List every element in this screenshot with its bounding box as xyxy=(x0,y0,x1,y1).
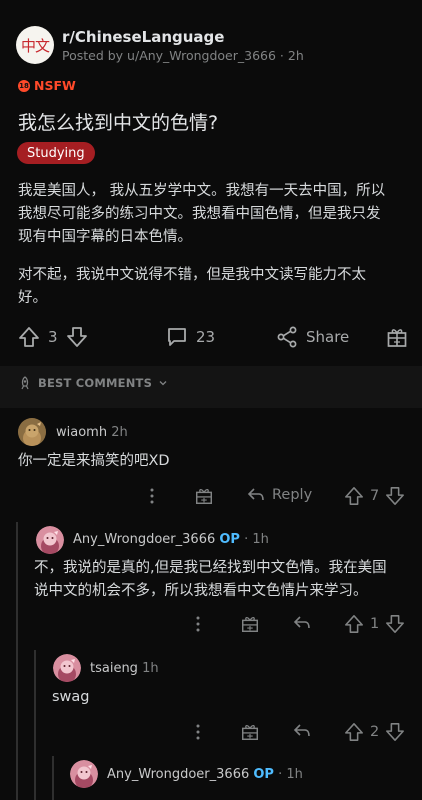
reply-label: Reply xyxy=(272,487,313,503)
downvote-icon[interactable] xyxy=(385,486,405,506)
avatar[interactable] xyxy=(18,418,46,446)
comment-count: 23 xyxy=(196,328,216,346)
avatar[interactable] xyxy=(53,654,81,682)
more-vertical-icon xyxy=(144,486,160,506)
comment-author-line: Any_Wrongdoer_3666 OP · 1h xyxy=(73,532,269,547)
comment-text: 你一定是来搞笑的吧XD xyxy=(18,453,170,469)
comment-author-line: tsaieng 1h xyxy=(90,661,159,676)
thread-line[interactable] xyxy=(16,522,18,800)
op-badge: OP xyxy=(219,532,240,547)
comment-author[interactable]: wiaomh xyxy=(56,425,107,440)
comment-author[interactable]: tsaieng xyxy=(90,661,138,676)
subreddit-name[interactable]: r/ChineseLanguage xyxy=(62,28,224,46)
downvote-icon[interactable] xyxy=(385,722,405,742)
more-options-button[interactable] xyxy=(190,614,206,634)
upvote-icon[interactable] xyxy=(18,326,40,348)
downvote-icon[interactable] xyxy=(66,326,88,348)
comment-time: 1h xyxy=(142,661,159,676)
post-title[interactable]: 我怎么找到中文的色情? xyxy=(18,108,218,135)
more-vertical-icon xyxy=(190,614,206,634)
post-body-line: 我想尽可能多的练习中文。我想看中国色情，但是我只发 xyxy=(18,206,381,222)
comment-vote-count: 1 xyxy=(370,616,380,632)
upvote-icon[interactable] xyxy=(344,486,364,506)
vote-count: 3 xyxy=(48,328,58,346)
comment-author-line: wiaomh 2h xyxy=(56,425,128,440)
share-label: Share xyxy=(306,328,350,346)
reply-button[interactable]: Reply xyxy=(246,485,312,505)
more-options-button[interactable] xyxy=(190,722,206,742)
post-body: 我是美国人， 我从五岁学中文。我想有一天去中国，所以 我想尽可能多的练习中文。我… xyxy=(18,180,410,249)
share-button[interactable]: Share xyxy=(276,326,349,348)
reply-icon xyxy=(246,485,266,505)
vote-group: 3 xyxy=(18,326,88,348)
award-icon xyxy=(240,614,260,634)
comment-text-line: 不，我说的是真的,但是我已经找到中文色情。我在美国 xyxy=(34,560,387,576)
more-options-button[interactable] xyxy=(144,486,160,506)
post-body-line: 好。 xyxy=(18,290,47,306)
comments-list: wiaomh 2h 你一定是来搞笑的吧XD Reply 7 Any_Wrongd… xyxy=(0,408,422,800)
subreddit-icon[interactable]: 中文 xyxy=(16,26,54,64)
award-icon xyxy=(194,486,214,506)
comment-actions: Reply 7 xyxy=(0,484,422,508)
comment-author[interactable]: Any_Wrongdoer_3666 xyxy=(73,532,215,547)
rocket-icon xyxy=(18,376,32,390)
chevron-down-icon xyxy=(158,378,168,388)
op-badge: OP xyxy=(253,767,274,782)
award-icon xyxy=(386,326,408,348)
thread-line[interactable] xyxy=(52,756,54,800)
comment-text-line: 说中文的机会不多，所以我想看中文色情片来学习。 xyxy=(34,583,368,599)
comment-vote-group: 7 xyxy=(344,486,405,506)
comment-vote-group: 2 xyxy=(344,722,405,742)
sort-dropdown[interactable]: BEST COMMENTS xyxy=(18,376,168,390)
reply-icon xyxy=(292,613,312,633)
post-body-line: 对不起，我说中文说得不错，但是我中文读写能力不太 xyxy=(18,267,366,283)
avatar[interactable] xyxy=(36,526,64,554)
comment-actions: 2 xyxy=(0,720,422,744)
sort-label: BEST COMMENTS xyxy=(38,376,153,390)
nsfw-label: NSFW xyxy=(34,78,76,93)
avatar[interactable] xyxy=(70,760,98,788)
comment-time: · 1h xyxy=(244,532,269,547)
post-body-line: 我是美国人， 我从五岁学中文。我想有一天去中国，所以 xyxy=(18,183,386,199)
nsfw-icon: 18 xyxy=(18,79,30,92)
comment-icon xyxy=(166,326,188,348)
comment-vote-group: 1 xyxy=(344,614,405,634)
comment-vote-count: 2 xyxy=(370,724,380,740)
more-vertical-icon xyxy=(190,722,206,742)
comment-time: 2h xyxy=(111,425,128,440)
upvote-icon[interactable] xyxy=(344,722,364,742)
reply-button[interactable] xyxy=(292,613,312,633)
nsfw-tag: 18 NSFW xyxy=(18,78,76,93)
post-actions: 3 23 Share xyxy=(0,322,422,352)
comment-actions: 1 xyxy=(0,612,422,636)
award-button[interactable] xyxy=(240,722,260,742)
comment-author[interactable]: Any_Wrongdoer_3666 xyxy=(107,767,249,782)
award-icon xyxy=(240,722,260,742)
subreddit-icon-text: 中文 xyxy=(20,36,50,55)
award-button[interactable] xyxy=(240,614,260,634)
post-card: 中文 r/ChineseLanguage Posted by u/Any_Wro… xyxy=(0,0,422,366)
comment-author-line: Any_Wrongdoer_3666 OP · 1h xyxy=(107,767,303,782)
post-body-line: 现有中国字幕的日本色情。 xyxy=(18,229,192,245)
reply-icon xyxy=(292,721,312,741)
share-icon xyxy=(276,326,298,348)
post-flair[interactable]: Studying xyxy=(17,142,95,164)
downvote-icon[interactable] xyxy=(385,614,405,634)
comment-vote-count: 7 xyxy=(370,488,380,504)
award-button[interactable] xyxy=(194,486,214,506)
reply-button[interactable] xyxy=(292,721,312,741)
comment-text: 不，我说的是真的,但是我已经找到中文色情。我在美国 说中文的机会不多，所以我想看… xyxy=(34,557,414,603)
upvote-icon[interactable] xyxy=(344,614,364,634)
comment-text: swag xyxy=(52,689,90,705)
award-button[interactable] xyxy=(386,326,408,348)
comments-button[interactable]: 23 xyxy=(166,326,215,348)
posted-by[interactable]: Posted by u/Any_Wrongdoer_3666 · 2h xyxy=(62,48,304,63)
post-body-2: 对不起，我说中文说得不错，但是我中文读写能力不太 好。 xyxy=(18,264,410,310)
comment-time: · 1h xyxy=(278,767,303,782)
